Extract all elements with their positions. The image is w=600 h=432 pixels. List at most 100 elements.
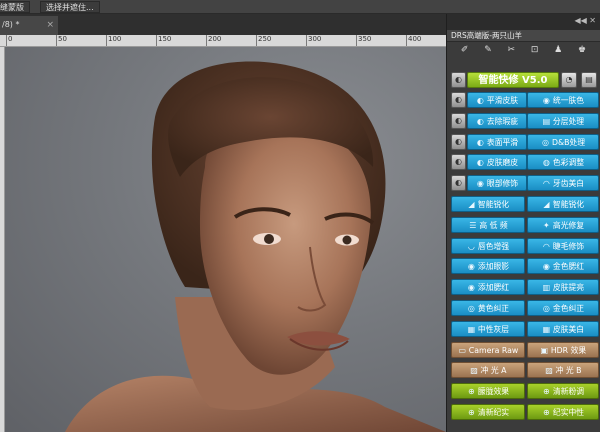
image-canvas[interactable] bbox=[5, 47, 446, 432]
button-label: 平滑皮肤 bbox=[486, 96, 519, 105]
ruler-tick bbox=[6, 35, 7, 46]
layers-icon[interactable]: ▤ bbox=[581, 72, 597, 88]
right-action-button[interactable]: ▥ 皮肤提亮 bbox=[527, 279, 599, 296]
collapse-icon[interactable]: ◀◀ ✕ bbox=[574, 16, 596, 25]
right-action-button[interactable]: ◎ 金色纠正 bbox=[527, 300, 599, 316]
button-icon: ✦ bbox=[543, 220, 550, 230]
options-bar: 缝蒙版 选择并遮住... bbox=[0, 0, 600, 14]
button-label: 中性灰层 bbox=[477, 324, 510, 334]
button-label: 统一肤色 bbox=[552, 96, 585, 105]
button-label: 添加眼影 bbox=[477, 262, 510, 272]
right-action-button[interactable]: ◢ 智能锐化 bbox=[527, 196, 599, 212]
button-label: 清新纪实 bbox=[477, 408, 510, 417]
brush-icon[interactable]: ◐ bbox=[451, 133, 466, 150]
button-row: ◡ 唇色增强 ◠ 睫毛修饰 bbox=[451, 237, 599, 254]
panel-tool-icon[interactable]: ⊡ bbox=[531, 45, 539, 55]
button-icon: ◐ bbox=[476, 116, 484, 126]
right-action-button[interactable]: ▦ 皮肤美白 bbox=[527, 320, 599, 337]
left-action-button[interactable]: ▦ 中性灰层 bbox=[451, 320, 525, 337]
ruler-number: 100 bbox=[108, 35, 122, 43]
panel-tool-icon[interactable]: ♚ bbox=[578, 45, 586, 55]
button-label: Camera Raw bbox=[468, 345, 519, 355]
button-icon: ◐ bbox=[476, 137, 484, 147]
right-action-button[interactable]: ◠ 睫毛修饰 bbox=[527, 237, 599, 254]
document-tab-bar: /8) * × bbox=[0, 14, 446, 35]
ruler-number: 200 bbox=[208, 35, 222, 43]
left-action-button[interactable]: ◉ 添加腮红 bbox=[451, 279, 525, 296]
settings-icon[interactable]: ◔ bbox=[561, 72, 577, 88]
headline-button[interactable]: 智能快修 V5.0 bbox=[467, 72, 559, 88]
button-row: ▭ Camera Raw ▣ HDR 效果 bbox=[451, 341, 599, 358]
button-icon: ◢ bbox=[543, 200, 550, 209]
ruler-number: 150 bbox=[158, 35, 172, 43]
brush-icon[interactable]: ◐ bbox=[451, 72, 466, 88]
button-icon: ▤ bbox=[542, 116, 551, 126]
button-icon: ◉ bbox=[467, 262, 475, 272]
right-action-button[interactable]: ⊕ 清新粉调 bbox=[527, 383, 599, 400]
left-action-button[interactable]: ◉ 眼部修饰 bbox=[467, 175, 527, 192]
right-action-button[interactable]: ◠ 牙齿美白 bbox=[527, 175, 599, 192]
button-icon: ◠ bbox=[542, 179, 550, 189]
document-tab-label: /8) * bbox=[2, 20, 20, 29]
button-label: 睫毛修饰 bbox=[552, 241, 585, 251]
right-action-button[interactable]: ◎ D&B处理 bbox=[527, 133, 599, 150]
left-action-button[interactable]: ◐ 去除瑕疵 bbox=[467, 112, 527, 129]
brush-icon[interactable]: ◐ bbox=[451, 92, 466, 108]
right-action-button[interactable]: ▤ 分层处理 bbox=[527, 112, 599, 129]
button-row: ⊕ 朦胧效果 ⊕ 清新粉调 bbox=[451, 383, 599, 400]
left-action-button[interactable]: ◎ 黄色纠正 bbox=[451, 300, 525, 316]
button-icon: ◉ bbox=[476, 179, 484, 189]
button-label: 皮肤磨皮 bbox=[486, 158, 519, 168]
right-action-button[interactable]: ◉ 金色腮红 bbox=[527, 258, 599, 275]
button-label: 朦胧效果 bbox=[477, 387, 510, 397]
button-icon: ⊕ bbox=[468, 387, 475, 397]
right-action-button[interactable]: ▨ 冲 光 B bbox=[527, 362, 599, 379]
button-row: ▨ 冲 光 A ▨ 冲 光 B bbox=[451, 362, 599, 379]
button-icon: ◐ bbox=[476, 158, 484, 168]
button-icon: ◎ bbox=[541, 137, 549, 147]
button-label: HDR 效果 bbox=[550, 345, 587, 355]
button-icon: ◉ bbox=[467, 283, 475, 293]
button-label: 牙齿美白 bbox=[552, 179, 585, 189]
right-action-button[interactable]: ◉ 统一肤色 bbox=[527, 92, 599, 108]
left-action-button[interactable]: ◐ 皮肤磨皮 bbox=[467, 154, 527, 171]
left-action-button[interactable]: ⊕ 朦胧效果 bbox=[451, 383, 525, 400]
left-action-button[interactable]: ▨ 冲 光 A bbox=[451, 362, 525, 379]
panel-tool-icon[interactable]: ♟ bbox=[554, 45, 562, 55]
left-action-button[interactable]: ◡ 唇色增强 bbox=[451, 237, 525, 254]
button-label: 清新粉调 bbox=[552, 387, 585, 397]
button-label: 皮肤美白 bbox=[552, 324, 585, 334]
left-action-button[interactable]: ◉ 添加眼影 bbox=[451, 258, 525, 275]
brush-icon[interactable]: ◐ bbox=[451, 175, 466, 192]
left-action-button[interactable]: ◐ 表面平滑 bbox=[467, 133, 527, 150]
panel-tool-icon[interactable]: ✐ bbox=[461, 45, 469, 55]
ruler-tick bbox=[356, 35, 357, 46]
left-action-button[interactable]: ⊕ 清新纪实 bbox=[451, 404, 525, 420]
panel-toolbar: ✐ ✎ ✂ ⊡ ♟ ♚ bbox=[447, 42, 600, 58]
panel-tool-icon[interactable]: ✎ bbox=[484, 45, 492, 55]
button-icon: ▣ bbox=[540, 345, 549, 355]
button-icon: ▥ bbox=[542, 283, 551, 293]
right-action-button[interactable]: ◍ 色彩调整 bbox=[527, 154, 599, 171]
ruler-number: 250 bbox=[258, 35, 272, 43]
panel-tool-icon[interactable]: ✂ bbox=[508, 45, 516, 55]
brush-icon[interactable]: ◐ bbox=[451, 112, 466, 129]
ruler-tick bbox=[156, 35, 157, 46]
right-action-button[interactable]: ✦ 高光修复 bbox=[527, 216, 599, 233]
mask-button[interactable]: 缝蒙版 bbox=[0, 1, 30, 13]
button-label: 高光修复 bbox=[552, 220, 585, 230]
right-action-button[interactable]: ⊕ 纪实中性 bbox=[527, 404, 599, 420]
select-and-mask-button[interactable]: 选择并遮住... bbox=[40, 1, 100, 13]
button-row: ◐ ◐ 表面平滑 ◎ D&B处理 bbox=[451, 133, 599, 150]
close-icon[interactable]: × bbox=[46, 16, 54, 34]
portrait-photo bbox=[65, 61, 446, 432]
left-action-button[interactable]: ◢ 智能锐化 bbox=[451, 196, 525, 212]
brush-icon[interactable]: ◐ bbox=[451, 154, 466, 171]
button-icon: ◡ bbox=[467, 241, 475, 251]
document-tab[interactable]: /8) * × bbox=[0, 16, 58, 35]
ruler-number: 50 bbox=[58, 35, 67, 43]
left-action-button[interactable]: ☰ 高 低 频 bbox=[451, 216, 525, 233]
left-action-button[interactable]: ▭ Camera Raw bbox=[451, 341, 525, 358]
right-action-button[interactable]: ▣ HDR 效果 bbox=[527, 341, 599, 358]
left-action-button[interactable]: ◐ 平滑皮肤 bbox=[467, 92, 527, 108]
